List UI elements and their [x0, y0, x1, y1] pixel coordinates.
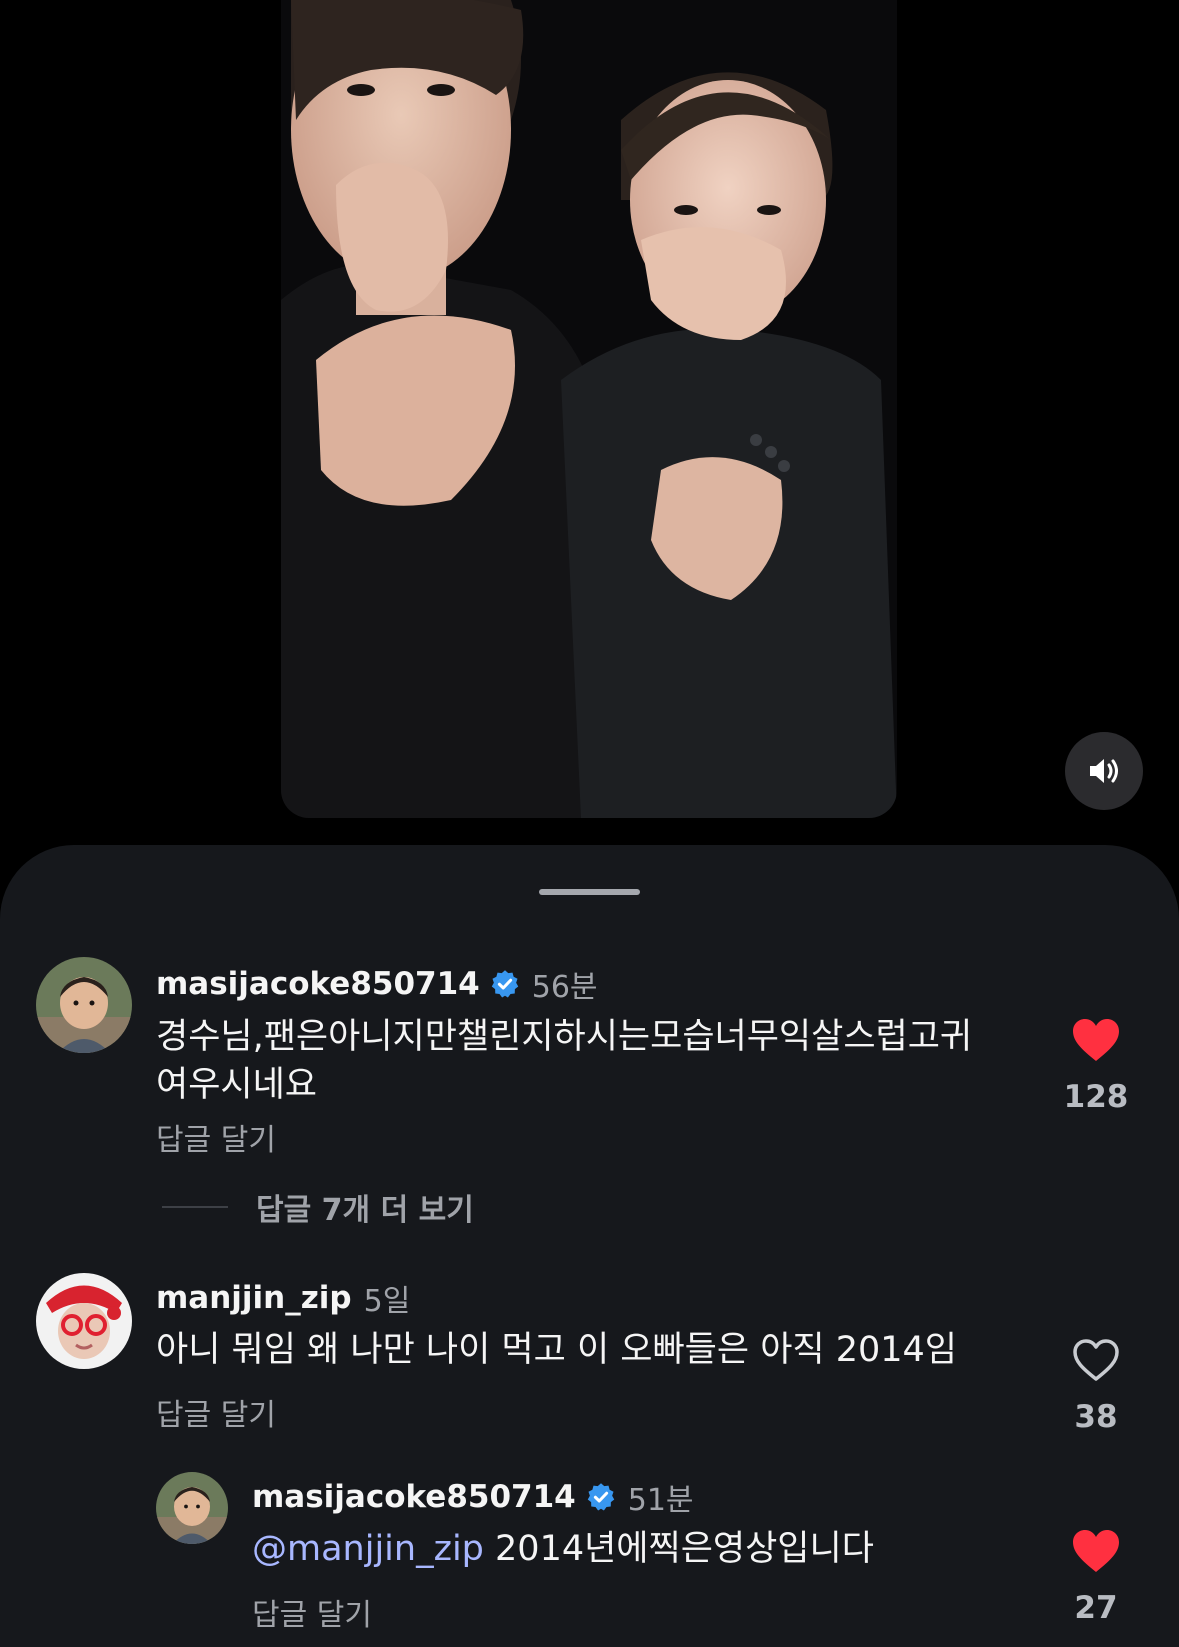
view-more-replies-button[interactable]: 답글 7개 더 보기 [162, 1185, 474, 1229]
video-frame-image [281, 0, 897, 818]
view-more-replies-label: 답글 7개 더 보기 [256, 1193, 474, 1228]
reply-button[interactable]: 답글 달기 [156, 1390, 276, 1434]
like-button[interactable]: 38 [1056, 1337, 1136, 1435]
heart-filled-icon [1073, 1530, 1119, 1572]
reply-button[interactable]: 답글 달기 [156, 1115, 276, 1159]
comments-sheet: masijacoke850714 56분 경수님,팬은아니지만챌린지하시는모습너… [0, 845, 1179, 1647]
comment-username[interactable]: masijacoke850714 [156, 966, 480, 1002]
heart-filled-icon [1073, 1019, 1119, 1061]
mention-link[interactable]: @manjjin_zip [252, 1529, 484, 1569]
like-count: 38 [1074, 1399, 1118, 1435]
comment-text: 경수님,팬은아니지만챌린지하시는모습너무익살스럽고귀 여우시네요 [156, 1013, 972, 1109]
avatar-image [36, 957, 132, 1053]
sheet-drag-handle[interactable] [539, 889, 640, 895]
like-button[interactable]: 128 [1056, 1017, 1136, 1115]
thread-divider [162, 1206, 228, 1208]
video-player[interactable] [281, 0, 897, 818]
comment-username[interactable]: masijacoke850714 [252, 1479, 576, 1515]
avatar-image [36, 1273, 132, 1369]
avatar-image [156, 1472, 228, 1544]
comment-text-line: 여우시네요 [156, 1065, 318, 1105]
like-count: 27 [1074, 1590, 1118, 1626]
comment-text-line: 경수님,팬은아니지만챌린지하시는모습너무익살스럽고귀 [156, 1017, 973, 1057]
comment-username[interactable]: manjjin_zip [156, 1280, 352, 1316]
avatar[interactable] [36, 1273, 132, 1369]
comment-timestamp: 56분 [531, 970, 598, 1005]
mute-toggle-button[interactable] [1065, 732, 1143, 810]
like-button[interactable]: 27 [1056, 1528, 1136, 1626]
verified-badge-icon [491, 970, 518, 998]
comment-text: @manjjin_zip 2014년에찍은영상입니다 [252, 1525, 874, 1573]
comment-timestamp: 51분 [627, 1483, 694, 1518]
heart-outline-icon [1073, 1339, 1119, 1381]
verified-badge-icon [587, 1483, 614, 1511]
avatar[interactable] [36, 957, 132, 1053]
reply-button[interactable]: 답글 달기 [252, 1590, 372, 1634]
comment-timestamp: 5일 [363, 1284, 411, 1319]
avatar[interactable] [156, 1472, 228, 1544]
comment-text: 아니 뭐임 왜 나만 나이 먹고 이 오빠들은 아직 2014임 [156, 1330, 958, 1370]
comment-text-body: 2014년에찍은영상입니다 [483, 1529, 874, 1569]
video-area [0, 0, 1179, 845]
like-count: 128 [1063, 1079, 1129, 1115]
speaker-on-icon [1090, 759, 1118, 783]
